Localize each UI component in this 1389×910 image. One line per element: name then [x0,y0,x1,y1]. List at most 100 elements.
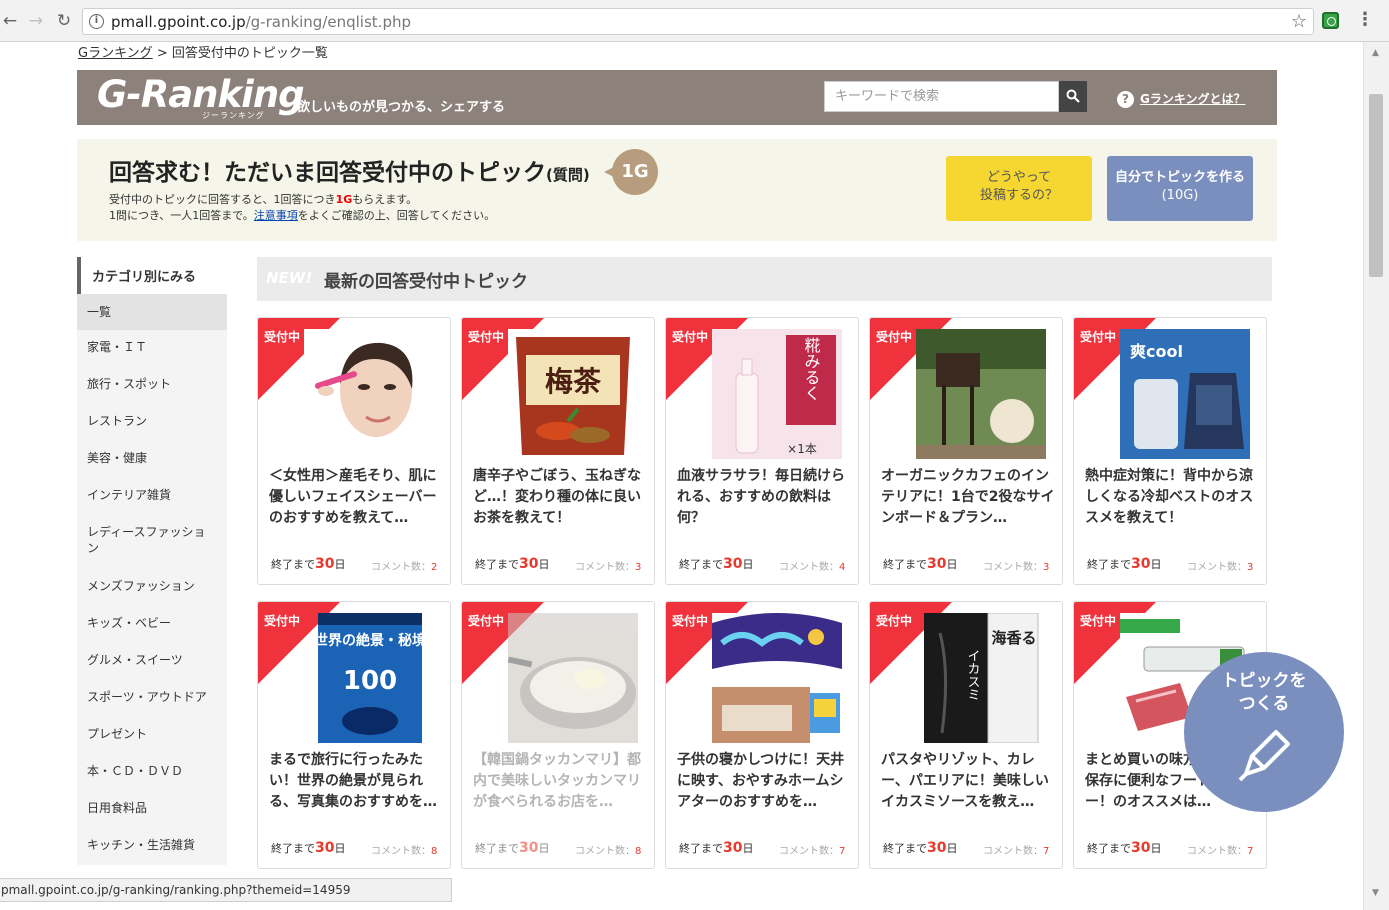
comment-label: コメント数： [575,846,635,857]
browser-menu-icon[interactable]: ⋮ [1356,10,1374,30]
sidebar-item-books-media[interactable]: 本・ＣＤ・ＤＶＤ [77,763,227,779]
breadcrumb-home-link[interactable]: Gランキング [78,46,153,61]
scroll-down-arrow-icon[interactable]: ▼ [1372,888,1379,898]
days-prefix: 終了まで [271,842,315,855]
site-tagline: 欲しいものが見つかる、シェアする [297,100,506,115]
topic-card[interactable]: 受付中 爽cool 熱中症対策に！背中から涼しくなる冷却ベストのオススメを教えて… [1073,317,1267,585]
sidebar-item-travel[interactable]: 旅行・スポット [77,376,227,392]
intro-panel: 回答求む！ただいま回答受付中のトピック(質問) 1G 受付中のトピックに回答する… [77,139,1277,241]
bookmark-star-icon[interactable]: ☆ [1291,11,1307,32]
topic-title[interactable]: まるで旅行に行ったみたい！世界の絶景が見られる、写真集のおすすめを… [269,750,443,814]
days-remaining: 終了まで30日 [1087,556,1161,572]
topic-card[interactable]: 受付中 子供の寝かしつけに！天井に映す、おやすみホームシアターのおすすめを… 終… [665,601,859,869]
status-bar: pmall.gpoint.co.jp/g-ranking/ranking.php… [0,878,452,902]
sidebar-item-restaurant[interactable]: レストラン [77,413,227,429]
topic-thumbnail [916,329,1046,459]
intro-title-small: (質問) [546,166,590,184]
comment-label: コメント数： [371,846,431,857]
days-value: 30 [1131,840,1151,856]
page-scrollbar[interactable]: ▲ ▼ [1363,42,1389,910]
ribbon-label: 受付中 [672,330,709,344]
topic-card[interactable]: 受付中 海香る イカスミ パスタやリゾット、カレー、パエリアに！美味しいイカスミ… [869,601,1063,869]
days-suffix: 日 [946,558,958,571]
info-icon[interactable]: i [89,14,104,29]
scrollbar-thumb[interactable] [1369,94,1383,277]
topic-title[interactable]: 子供の寝かしつけに！天井に映す、おやすみホームシアターのおすすめを… [677,750,851,814]
sauce-label: 海香る [991,629,1036,647]
topic-card[interactable]: 受付中 ＜女性用＞産毛そり、肌に優しいフェイスシェーバーのおすすめを教えて… 終… [257,317,451,585]
comment-count: コメント数：8 [575,842,641,857]
pencil-icon [1238,730,1290,782]
comment-count: コメント数：7 [779,842,845,857]
sidebar-item-all[interactable]: 一覧 [77,294,227,330]
how-to-post-button[interactable]: どうやって 投稿するの？ [946,156,1092,221]
topic-title[interactable]: 血液サラサラ！毎日続けられる、おすすめの飲料は何？ [677,466,851,530]
sidebar-item-interior[interactable]: インテリア雑貨 [77,487,227,503]
fab-label: トピックを つくる [1184,670,1344,716]
comment-label: コメント数： [983,846,1043,857]
extension-icon[interactable] [1322,12,1339,29]
comment-label: コメント数： [779,846,839,857]
topic-card[interactable]: 受付中 【韓国鍋タッカンマリ】都内で美味しいタッカンマリが食べられるお店を… 終… [461,601,655,869]
days-remaining: 終了まで30日 [679,556,753,572]
create-topic-fab[interactable]: トピックを つくる [1184,652,1344,812]
intro-line2-text: 1問につき、一人1回答まで。 [109,209,254,222]
days-prefix: 終了まで [1087,558,1131,571]
topic-title[interactable]: 唐辛子やごぼう、玉ねぎなど…！変わり種の体に良いお茶を教えて！ [473,466,647,530]
reload-icon[interactable]: ↻ [54,10,74,32]
days-suffix: 日 [742,842,754,855]
book-title-label: 世界の絶景・秘境 [314,632,426,649]
sidebar-heading: カテゴリ別にみる [77,257,227,294]
sidebar-item-kitchen[interactable]: キッチン・生活雑貨 [77,837,227,853]
category-sidebar: カテゴリ別にみる 一覧 家電・ＩＴ 旅行・スポット レストラン 美容・健康 イン… [77,257,227,865]
topic-thumbnail: 世界の絶景・秘境 100 [314,613,426,743]
site-logo[interactable]: G-Ranking [97,73,305,116]
topic-title[interactable]: パスタやリゾット、カレー、パエリアに！美味しいイカスミソースを教え… [881,750,1055,814]
sidebar-item-sports[interactable]: スポーツ・アウトドア [77,689,227,705]
scroll-up-arrow-icon[interactable]: ▲ [1372,48,1379,58]
topic-card[interactable]: 受付中 オーガニックカフェのインテリアに！1台で2役なサインボード＆プラン… 終… [869,317,1063,585]
quantity-label: ×1本 [787,442,817,456]
comment-value: 3 [635,562,642,573]
ribbon-label: 受付中 [468,330,505,344]
days-prefix: 終了まで [475,558,519,571]
days-prefix: 終了まで [1087,842,1131,855]
days-value: 30 [315,840,335,856]
search-button[interactable] [1059,81,1087,112]
sidebar-item-ladies-fashion[interactable]: レディースファッション [77,524,217,556]
sidebar-item-electronics[interactable]: 家電・ＩＴ [77,339,227,355]
sidebar-item-beauty[interactable]: 美容・健康 [77,450,227,466]
search-input[interactable] [824,81,1059,112]
address-url[interactable]: pmall.gpoint.co.jp/g-ranking/enqlist.php [111,13,411,31]
days-prefix: 終了まで [271,558,315,571]
sidebar-item-daily-food[interactable]: 日用食料品 [77,800,227,816]
comment-label: コメント数： [1187,562,1247,573]
ribbon-label: 受付中 [1080,330,1117,344]
sidebar-item-present[interactable]: プレゼント [77,726,227,742]
topic-title[interactable]: 熱中症対策に！背中から涼しくなる冷却ベストのオススメを教えて！ [1085,466,1259,530]
breadcrumb: Gランキング > 回答受付中のトピック一覧 [78,42,328,61]
topic-card[interactable]: 受付中 梅茶 唐辛子やごぼう、玉ねぎなど…！変わり種の体に良いお茶を教えて！ 終… [461,317,655,585]
topic-card[interactable]: 受付中 世界の絶景・秘境 100 まるで旅行に行ったみたい！世界の絶景が見られる… [257,601,451,869]
topic-title[interactable]: オーガニックカフェのインテリアに！1台で2役なサインボード＆プラン… [881,466,1055,530]
sidebar-item-gourmet[interactable]: グルメ・スイーツ [77,652,227,668]
create-topic-button[interactable]: 自分でトピックを作る (10G) [1107,156,1253,221]
rules-link[interactable]: 注意事項 [254,209,298,222]
sidebar-item-mens-fashion[interactable]: メンズファッション [77,578,227,594]
address-bar[interactable]: i pmall.gpoint.co.jp/g-ranking/enqlist.p… [82,8,1314,35]
breadcrumb-separator: > [156,46,168,61]
sidebar-item-kids-baby[interactable]: キッズ・ベビー [77,615,227,631]
topic-thumbnail [712,613,842,743]
topic-card[interactable]: 受付中 糀みるく ×1本 血液サラサラ！毎日続けられる、おすすめの飲料は何？ 終… [665,317,859,585]
comment-value: 4 [839,562,846,573]
topic-thumbnail: 爽cool [1120,329,1250,459]
intro-line1-red: 1G [335,193,353,206]
back-arrow-icon[interactable]: ← [0,10,20,32]
latest-topics-title: 最新の回答受付中トピック [324,272,528,292]
create-topic-cost: (10G) [1161,188,1199,203]
about-granking-link[interactable]: ? Gランキングとは？ [1117,90,1246,108]
topic-title[interactable]: ＜女性用＞産毛そり、肌に優しいフェイスシェーバーのおすすめを教えて… [269,466,443,530]
intro-line2-tail: をよくご確認の上、回答してください。 [297,209,496,222]
forward-arrow-icon[interactable]: → [26,10,46,32]
topic-title[interactable]: 【韓国鍋タッカンマリ】都内で美味しいタッカンマリが食べられるお店を… [473,750,647,814]
